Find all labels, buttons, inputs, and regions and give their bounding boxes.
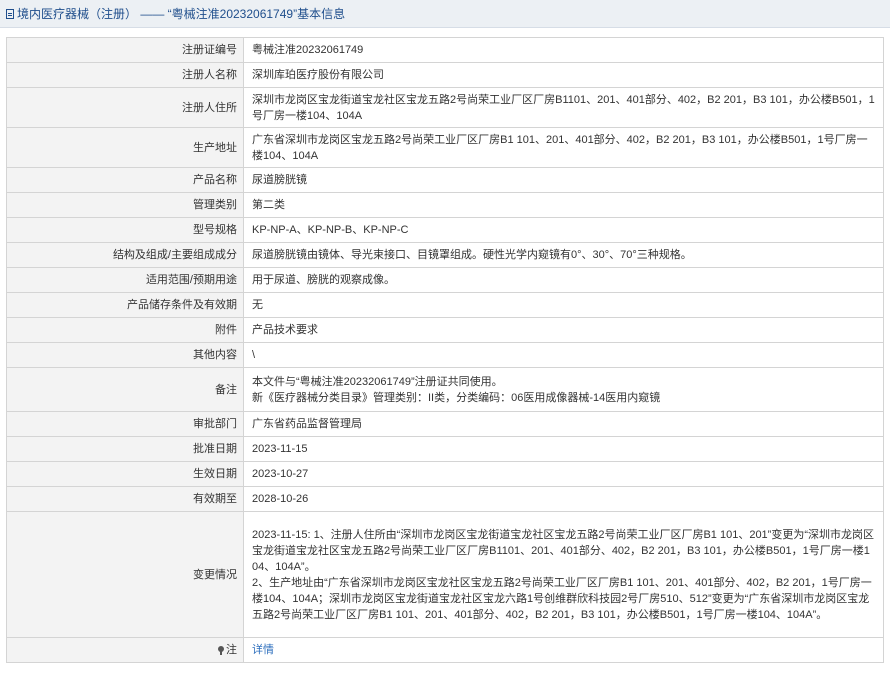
row-value: 尿道膀胱镜 — [243, 167, 884, 193]
row-value: 广东省药品监督管理局 — [243, 411, 884, 437]
row-value: \ — [243, 342, 884, 368]
change-line: 2023-11-15: 1、注册人住所由“深圳市龙岗区宝龙街道宝龙社区宝龙五路2… — [252, 528, 875, 573]
table-row: 产品储存条件及有效期 无 — [6, 292, 884, 318]
row-label: 备注 — [6, 367, 244, 412]
table-row: 其他内容 \ — [6, 342, 884, 368]
row-value: 尿道膀胱镜由镜体、导光束接口、目镜罩组成。硬性光学内窥镜有0°、30°、70°三… — [243, 242, 884, 268]
row-label: 产品名称 — [6, 167, 244, 193]
row-label: 管理类别 — [6, 192, 244, 218]
table-row: 注册人住所 深圳市龙岗区宝龙街道宝龙社区宝龙五路2号尚荣工业厂区厂房B1101、… — [6, 87, 884, 128]
row-label: 产品储存条件及有效期 — [6, 292, 244, 318]
row-label: 注册人住所 — [6, 87, 244, 128]
table-row: 变更情况 2023-11-15: 1、注册人住所由“深圳市龙岗区宝龙街道宝龙社区… — [6, 511, 884, 638]
page-header: 境内医疗器械（注册） —— “粤械注准20232061749”基本信息 — [0, 0, 890, 28]
row-value: 2023-10-27 — [243, 461, 884, 487]
table-row: 管理类别 第二类 — [6, 192, 884, 218]
row-value: 广东省深圳市龙岗区宝龙五路2号尚荣工业厂区厂房B1 101、201、401部分、… — [243, 127, 884, 168]
row-label: 注册证编号 — [6, 37, 244, 63]
change-line: 2、生产地址由“广东省深圳市龙岗区宝龙社区宝龙五路2号尚荣工业厂区厂房B1 10… — [252, 576, 872, 621]
document-icon — [6, 8, 14, 19]
row-label: 适用范围/预期用途 — [6, 267, 244, 293]
table-row: 批准日期 2023-11-15 — [6, 436, 884, 462]
table-row: 注册证编号 粤械注准20232061749 — [6, 37, 884, 63]
page-title: 境内医疗器械（注册） —— “粤械注准20232061749”基本信息 — [17, 7, 346, 21]
table-row: 结构及组成/主要组成成分 尿道膀胱镜由镜体、导光束接口、目镜罩组成。硬性光学内窥… — [6, 242, 884, 268]
details-link[interactable]: 详情 — [252, 644, 274, 656]
row-label: 附件 — [6, 317, 244, 343]
row-label: 生效日期 — [6, 461, 244, 487]
table-row: 适用范围/预期用途 用于尿道、膀胱的观察成像。 — [6, 267, 884, 293]
pin-icon — [218, 646, 224, 655]
remark-line: 新《医疗器械分类目录》管理类别：II类，分类编码：06医用成像器械-14医用内窥… — [252, 391, 661, 404]
row-label: 注 — [6, 637, 244, 663]
row-label: 生产地址 — [6, 127, 244, 168]
row-value: KP-NP-A、KP-NP-B、KP-NP-C — [243, 217, 884, 243]
table-row: 产品名称 尿道膀胱镜 — [6, 167, 884, 193]
table-row: 备注 本文件与“粤械注准20232061749”注册证共同使用。 新《医疗器械分… — [6, 367, 884, 412]
table-row: 注 详情 — [6, 637, 884, 663]
row-label: 有效期至 — [6, 486, 244, 512]
table-row: 有效期至 2028-10-26 — [6, 486, 884, 512]
row-value: 深圳库珀医疗股份有限公司 — [243, 62, 884, 88]
table-row: 注册人名称 深圳库珀医疗股份有限公司 — [6, 62, 884, 88]
table-row: 型号规格 KP-NP-A、KP-NP-B、KP-NP-C — [6, 217, 884, 243]
row-label: 变更情况 — [6, 511, 244, 638]
table-row: 生效日期 2023-10-27 — [6, 461, 884, 487]
row-label: 审批部门 — [6, 411, 244, 437]
row-value: 深圳市龙岗区宝龙街道宝龙社区宝龙五路2号尚荣工业厂区厂房B1101、201、40… — [243, 87, 884, 128]
remark-line: 本文件与“粤械注准20232061749”注册证共同使用。 — [252, 375, 503, 388]
info-table: 注册证编号 粤械注准20232061749 注册人名称 深圳库珀医疗股份有限公司… — [6, 37, 884, 663]
row-value: 本文件与“粤械注准20232061749”注册证共同使用。 新《医疗器械分类目录… — [243, 367, 884, 412]
row-value: 粤械注准20232061749 — [243, 37, 884, 63]
row-value: 第二类 — [243, 192, 884, 218]
row-label: 注册人名称 — [6, 62, 244, 88]
row-value: 详情 — [243, 637, 884, 663]
row-label: 其他内容 — [6, 342, 244, 368]
row-value: 无 — [243, 292, 884, 318]
note-label: 注 — [226, 644, 237, 656]
row-value: 2028-10-26 — [243, 486, 884, 512]
table-row: 审批部门 广东省药品监督管理局 — [6, 411, 884, 437]
table-row: 附件 产品技术要求 — [6, 317, 884, 343]
row-label: 结构及组成/主要组成成分 — [6, 242, 244, 268]
row-value: 2023-11-15: 1、注册人住所由“深圳市龙岗区宝龙街道宝龙社区宝龙五路2… — [243, 511, 884, 638]
row-value: 产品技术要求 — [243, 317, 884, 343]
table-row: 生产地址 广东省深圳市龙岗区宝龙五路2号尚荣工业厂区厂房B1 101、201、4… — [6, 127, 884, 168]
row-value: 2023-11-15 — [243, 436, 884, 462]
row-label: 批准日期 — [6, 436, 244, 462]
row-value: 用于尿道、膀胱的观察成像。 — [243, 267, 884, 293]
row-label: 型号规格 — [6, 217, 244, 243]
